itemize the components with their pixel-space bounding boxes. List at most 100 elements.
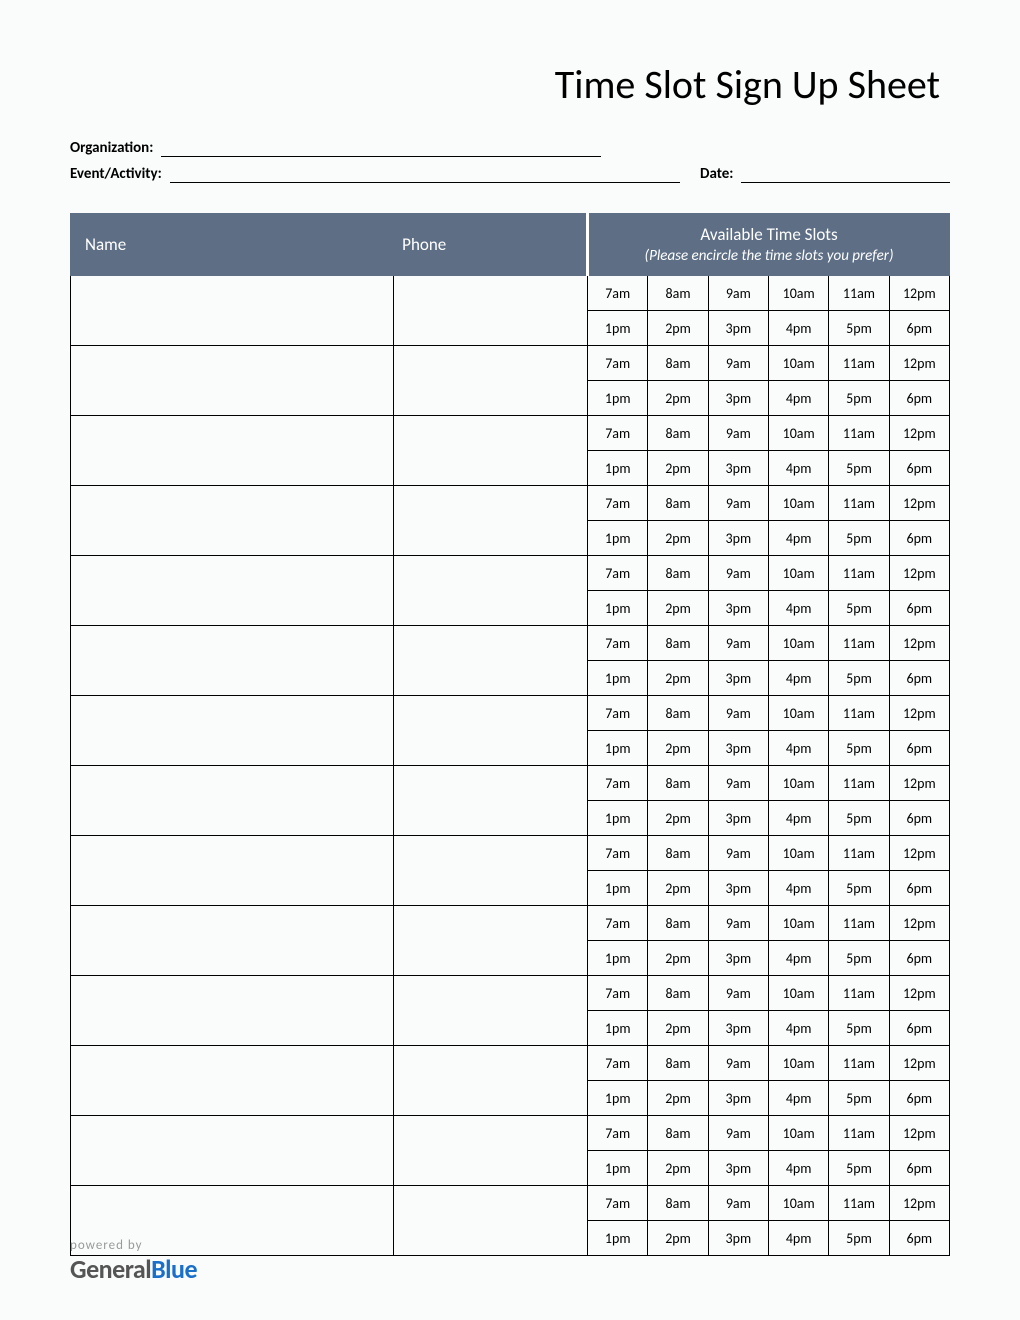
time-slot-cell[interactable]: 12pm [889,696,949,731]
time-slot-cell[interactable]: 7am [588,416,648,451]
time-slot-cell[interactable]: 1pm [588,591,648,626]
name-cell[interactable] [71,416,394,486]
time-slot-cell[interactable]: 9am [708,1116,768,1151]
time-slot-cell[interactable]: 2pm [648,871,708,906]
time-slot-cell[interactable]: 4pm [768,801,828,836]
time-slot-cell[interactable]: 2pm [648,801,708,836]
time-slot-cell[interactable]: 5pm [829,731,889,766]
time-slot-cell[interactable]: 4pm [768,381,828,416]
time-slot-cell[interactable]: 5pm [829,311,889,346]
time-slot-cell[interactable]: 5pm [829,591,889,626]
name-cell[interactable] [71,1116,394,1186]
time-slot-cell[interactable]: 12pm [889,626,949,661]
time-slot-cell[interactable]: 7am [588,626,648,661]
time-slot-cell[interactable]: 6pm [889,801,949,836]
time-slot-cell[interactable]: 12pm [889,766,949,801]
time-slot-cell[interactable]: 8am [648,276,708,311]
time-slot-cell[interactable]: 8am [648,766,708,801]
time-slot-cell[interactable]: 12pm [889,1116,949,1151]
time-slot-cell[interactable]: 12pm [889,346,949,381]
date-input-line[interactable] [741,165,950,183]
time-slot-cell[interactable]: 2pm [648,1011,708,1046]
time-slot-cell[interactable]: 9am [708,836,768,871]
time-slot-cell[interactable]: 5pm [829,871,889,906]
time-slot-cell[interactable]: 8am [648,836,708,871]
time-slot-cell[interactable]: 11am [829,696,889,731]
time-slot-cell[interactable]: 12pm [889,486,949,521]
time-slot-cell[interactable]: 7am [588,766,648,801]
name-cell[interactable] [71,976,394,1046]
time-slot-cell[interactable]: 1pm [588,521,648,556]
time-slot-cell[interactable]: 3pm [708,1221,768,1256]
time-slot-cell[interactable]: 5pm [829,451,889,486]
time-slot-cell[interactable]: 9am [708,276,768,311]
time-slot-cell[interactable]: 10am [768,766,828,801]
time-slot-cell[interactable]: 3pm [708,591,768,626]
time-slot-cell[interactable]: 8am [648,416,708,451]
time-slot-cell[interactable]: 12pm [889,976,949,1011]
time-slot-cell[interactable]: 10am [768,696,828,731]
time-slot-cell[interactable]: 9am [708,1186,768,1221]
time-slot-cell[interactable]: 1pm [588,661,648,696]
time-slot-cell[interactable]: 11am [829,416,889,451]
time-slot-cell[interactable]: 3pm [708,871,768,906]
time-slot-cell[interactable]: 10am [768,276,828,311]
time-slot-cell[interactable]: 2pm [648,941,708,976]
time-slot-cell[interactable]: 4pm [768,1011,828,1046]
time-slot-cell[interactable]: 9am [708,626,768,661]
time-slot-cell[interactable]: 10am [768,626,828,661]
time-slot-cell[interactable]: 5pm [829,381,889,416]
time-slot-cell[interactable]: 3pm [708,381,768,416]
time-slot-cell[interactable]: 9am [708,696,768,731]
time-slot-cell[interactable]: 8am [648,696,708,731]
time-slot-cell[interactable]: 3pm [708,1011,768,1046]
time-slot-cell[interactable]: 8am [648,486,708,521]
time-slot-cell[interactable]: 7am [588,486,648,521]
time-slot-cell[interactable]: 9am [708,346,768,381]
time-slot-cell[interactable]: 1pm [588,871,648,906]
phone-cell[interactable] [394,1046,588,1116]
time-slot-cell[interactable]: 2pm [648,1081,708,1116]
time-slot-cell[interactable]: 10am [768,416,828,451]
time-slot-cell[interactable]: 1pm [588,451,648,486]
time-slot-cell[interactable]: 4pm [768,1151,828,1186]
time-slot-cell[interactable]: 11am [829,766,889,801]
phone-cell[interactable] [394,1116,588,1186]
time-slot-cell[interactable]: 6pm [889,941,949,976]
time-slot-cell[interactable]: 6pm [889,871,949,906]
time-slot-cell[interactable]: 2pm [648,521,708,556]
time-slot-cell[interactable]: 9am [708,976,768,1011]
time-slot-cell[interactable]: 4pm [768,731,828,766]
time-slot-cell[interactable]: 6pm [889,591,949,626]
time-slot-cell[interactable]: 8am [648,1116,708,1151]
time-slot-cell[interactable]: 1pm [588,941,648,976]
time-slot-cell[interactable]: 5pm [829,1221,889,1256]
time-slot-cell[interactable]: 6pm [889,1081,949,1116]
time-slot-cell[interactable]: 12pm [889,1046,949,1081]
time-slot-cell[interactable]: 1pm [588,1151,648,1186]
time-slot-cell[interactable]: 11am [829,976,889,1011]
time-slot-cell[interactable]: 11am [829,276,889,311]
time-slot-cell[interactable]: 3pm [708,1151,768,1186]
phone-cell[interactable] [394,416,588,486]
time-slot-cell[interactable]: 2pm [648,451,708,486]
time-slot-cell[interactable]: 5pm [829,1011,889,1046]
time-slot-cell[interactable]: 6pm [889,381,949,416]
time-slot-cell[interactable]: 3pm [708,941,768,976]
time-slot-cell[interactable]: 10am [768,976,828,1011]
name-cell[interactable] [71,766,394,836]
time-slot-cell[interactable]: 11am [829,1186,889,1221]
name-cell[interactable] [71,1046,394,1116]
time-slot-cell[interactable]: 2pm [648,731,708,766]
time-slot-cell[interactable]: 7am [588,1046,648,1081]
time-slot-cell[interactable]: 1pm [588,1221,648,1256]
time-slot-cell[interactable]: 12pm [889,276,949,311]
time-slot-cell[interactable]: 7am [588,906,648,941]
time-slot-cell[interactable]: 10am [768,346,828,381]
time-slot-cell[interactable]: 5pm [829,801,889,836]
time-slot-cell[interactable]: 2pm [648,1151,708,1186]
time-slot-cell[interactable]: 8am [648,626,708,661]
name-cell[interactable] [71,906,394,976]
phone-cell[interactable] [394,906,588,976]
organization-input-line[interactable] [161,139,601,157]
